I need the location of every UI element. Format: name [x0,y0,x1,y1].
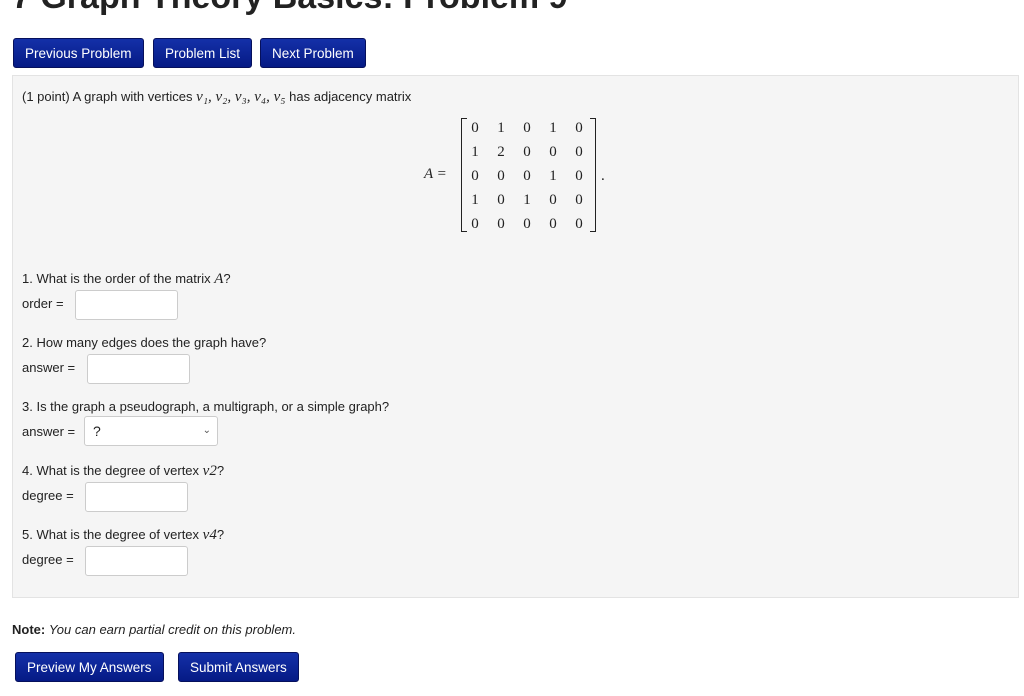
question-text: 2. How many edges does the graph have? [22,335,267,350]
graph-type-select[interactable]: ? ⌄ [84,416,218,446]
answer-input-1[interactable] [75,290,178,320]
question-1: 1. What is the order of the matrix A? [22,271,231,288]
problem-intro: (1 point) A graph with vertices v₁, v₂, … [22,89,411,106]
matrix-cell: 0 [575,216,583,232]
answer-label: degree = [22,488,74,503]
matrix-cell: 0 [575,168,583,184]
matrix-cell: 0 [471,120,479,136]
question-text: 3. Is the graph a pseudograph, a multigr… [22,399,390,414]
answer-input-5[interactable] [85,546,188,576]
matrix-cell: 2 [497,144,505,160]
matrix-cell: 1 [471,192,479,208]
page-title: 7 Graph Theory Basics: Problem 9 [12,0,568,17]
matrix-cell: 1 [549,120,557,136]
next-problem-button[interactable]: Next Problem [260,38,366,68]
matrix-cell: 0 [523,144,531,160]
answer-label: answer = [22,360,76,375]
answer-label: degree = [22,552,74,567]
question-2: 2. How many edges does the graph have? [22,335,266,350]
selected-value: ? [93,423,101,439]
note: Note: You can earn partial credit on thi… [12,622,296,637]
matrix-cell: 0 [549,216,557,232]
matrix-cell: 0 [523,216,531,232]
question-3: 3. Is the graph a pseudograph, a multigr… [22,399,389,414]
matrix-cell: 0 [497,192,505,208]
preview-answers-button[interactable]: Preview My Answers [15,652,164,682]
chevron-down-icon: ⌄ [202,425,211,436]
matrix-cell: 0 [497,216,505,232]
question-end: ? [223,271,231,286]
question-5: 5. What is the degree of vertex v4? [22,527,224,544]
question-math: A [214,271,224,287]
matrix-cell: 1 [471,144,479,160]
answer-input-2[interactable] [87,354,190,384]
question-math: v2 [202,463,217,479]
matrix-cell: 0 [549,144,557,160]
matrix-period: . [601,168,605,184]
question-text: 1. What is the order of the matrix [22,271,215,286]
matrix-cell: 0 [497,168,505,184]
intro-text: (1 point) A graph with vertices [22,89,193,104]
question-math: v4 [202,527,217,543]
question-end: ? [216,463,225,478]
matrix-cell: 0 [471,216,479,232]
matrix-cell: 1 [497,120,505,136]
answer-input-4[interactable] [85,482,188,512]
matrix-cell: 0 [575,120,583,136]
answer-label: answer = [22,424,76,439]
submit-answers-button[interactable]: Submit Answers [178,652,299,682]
matrix-label: A = [424,166,447,182]
matrix-cell: 0 [523,168,531,184]
note-text: You can earn partial credit on this prob… [48,622,296,637]
question-end: ? [216,527,225,542]
intro-end-text: has adjacency matrix [289,89,412,104]
matrix-cell: 1 [523,192,531,208]
matrix-cell: 0 [575,144,583,160]
answer-label: order = [22,296,64,311]
note-label: Note: [12,622,46,637]
matrix-cell: 1 [549,168,557,184]
problem-list-button[interactable]: Problem List [153,38,253,68]
matrix-cell: 0 [523,120,531,136]
vertices-math: v₁, v₂, v₃, v₄, v₅ [196,89,286,105]
matrix-cell: 0 [471,168,479,184]
previous-problem-button[interactable]: Previous Problem [13,38,144,68]
matrix-cell: 0 [575,192,583,208]
question-text: 5. What is the degree of vertex [22,527,203,542]
matrix-cell: 0 [549,192,557,208]
question-text: 4. What is the degree of vertex [22,463,203,478]
question-4: 4. What is the degree of vertex v2? [22,463,224,480]
